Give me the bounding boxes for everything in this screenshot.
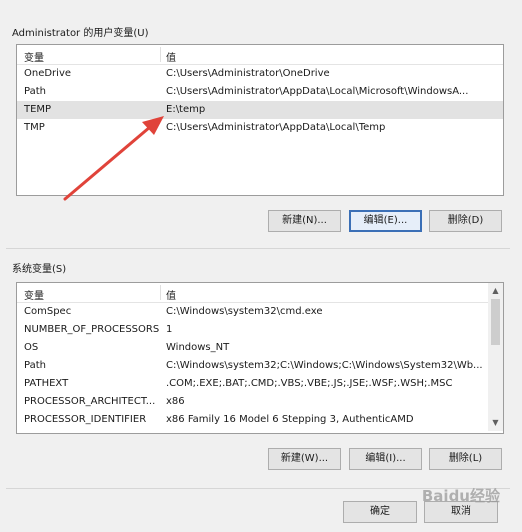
system-vars-col-value[interactable]: 值 (166, 287, 176, 302)
var-name: PROCESSOR_ARCHITECT... (24, 396, 156, 407)
var-value: 1 (166, 324, 173, 335)
system-delete-button[interactable]: 删除(L) (429, 448, 502, 470)
system-edit-button[interactable]: 编辑(I)... (349, 448, 422, 470)
vertical-scrollbar[interactable]: ▲ ▼ (488, 283, 503, 431)
system-vars-col-name[interactable]: 变量 (24, 287, 44, 302)
column-separator[interactable] (160, 285, 161, 300)
system-vars-group-label: 系统变量(S) (12, 264, 67, 275)
var-name: PROCESSOR_IDENTIFIER (24, 414, 147, 425)
var-name: OS (24, 342, 39, 353)
system-var-row-number-of-processors[interactable]: NUMBER_OF_PROCESSORS 1 (17, 321, 503, 339)
var-value: x86 (166, 396, 185, 407)
user-edit-button[interactable]: 编辑(E)... (349, 210, 422, 232)
var-value: Windows_NT (166, 342, 230, 353)
system-var-row-os[interactable]: OS Windows_NT (17, 339, 503, 357)
var-value: .COM;.EXE;.BAT;.CMD;.VBS;.VBE;.JS;.JSE;.… (166, 378, 453, 389)
ok-button[interactable]: 确定 (343, 501, 417, 523)
system-var-row-processor-architecture[interactable]: PROCESSOR_ARCHITECT... x86 (17, 393, 503, 411)
var-value: C:\Windows\system32;C:\Windows;C:\Window… (166, 360, 483, 371)
user-new-button[interactable]: 新建(N)... (268, 210, 341, 232)
system-new-button[interactable]: 新建(W)... (268, 448, 341, 470)
scroll-up-icon[interactable]: ▲ (488, 284, 503, 298)
system-var-row-pathext[interactable]: PATHEXT .COM;.EXE;.BAT;.CMD;.VBS;.VBE;.J… (17, 375, 503, 393)
scroll-down-icon[interactable]: ▼ (488, 416, 503, 430)
var-name: PATHEXT (24, 378, 69, 389)
system-var-row-comspec[interactable]: ComSpec C:\Windows\system32\cmd.exe (17, 303, 503, 321)
system-var-row-processor-identifier[interactable]: PROCESSOR_IDENTIFIER x86 Family 16 Model… (17, 411, 503, 429)
section-divider (6, 248, 510, 249)
system-vars-list[interactable]: 变量 值 ComSpec C:\Windows\system32\cmd.exe… (16, 282, 504, 434)
var-name: Path (24, 360, 46, 371)
system-vars-header: 变量 值 (17, 283, 488, 303)
system-var-row-path[interactable]: Path C:\Windows\system32;C:\Windows;C:\W… (17, 357, 503, 375)
baidu-watermark: Baidu经验 (421, 487, 500, 505)
var-name: ComSpec (24, 306, 72, 317)
var-name: NUMBER_OF_PROCESSORS (24, 324, 160, 335)
var-value: C:\Windows\system32\cmd.exe (166, 306, 323, 317)
scrollbar-thumb[interactable] (491, 299, 500, 345)
user-delete-button[interactable]: 删除(D) (429, 210, 502, 232)
var-value: x86 Family 16 Model 6 Stepping 3, Authen… (166, 414, 414, 425)
